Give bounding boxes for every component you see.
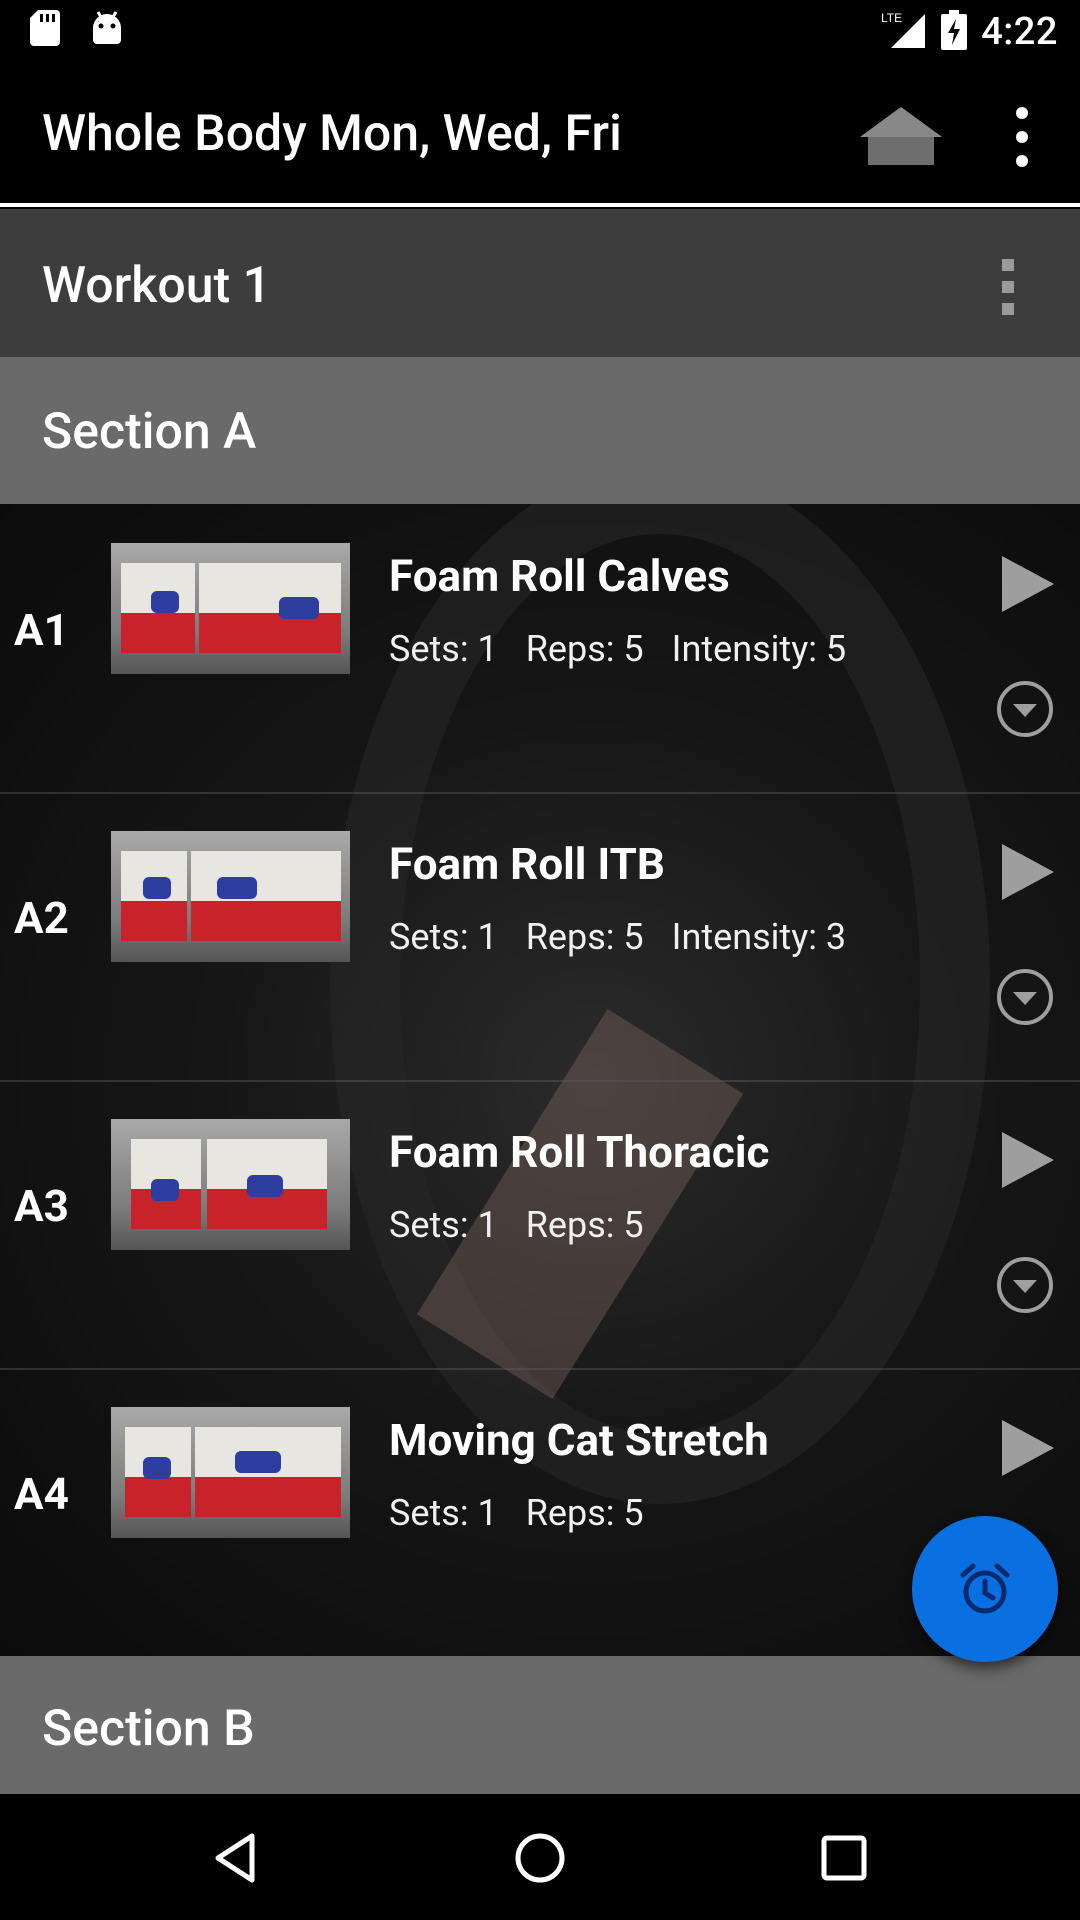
- exercise-thumbnail[interactable]: [111, 1407, 350, 1538]
- exercise-intensity: Intensity: 3: [671, 916, 847, 958]
- expand-button[interactable]: [996, 680, 1054, 738]
- app-bar-divider: [0, 203, 1080, 207]
- exercise-stats: Sets: 1 Reps: 5 Intensity: 5: [389, 628, 874, 670]
- expand-button[interactable]: [996, 968, 1054, 1026]
- status-time: 4:22: [981, 9, 1058, 54]
- overflow-menu-button[interactable]: [1000, 99, 1044, 175]
- exercise-sets: Sets: 1: [389, 1204, 498, 1246]
- back-icon: [215, 1833, 255, 1883]
- home-button[interactable]: [858, 103, 944, 169]
- home-nav-button[interactable]: [512, 1830, 568, 1886]
- play-button[interactable]: [998, 1418, 1058, 1478]
- navigation-bar: [0, 1794, 1080, 1920]
- play-button[interactable]: [998, 554, 1058, 614]
- exercise-id: A4: [14, 1468, 69, 1520]
- page-title: Whole Body Mon, Wed, Fri: [42, 105, 622, 163]
- more-vert-icon: [1002, 259, 1014, 315]
- exercise-reps: Reps: 5: [525, 628, 644, 670]
- exercise-id: A1: [14, 604, 69, 656]
- signal-icon: LTE: [881, 10, 927, 54]
- play-button[interactable]: [998, 842, 1058, 902]
- play-icon: [1002, 1420, 1054, 1476]
- chevron-down-circle-icon: [997, 1257, 1053, 1313]
- more-vert-icon: [1016, 107, 1028, 167]
- app-bar: Whole Body Mon, Wed, Fri: [0, 63, 1080, 203]
- timer-fab[interactable]: [912, 1516, 1058, 1662]
- exercise-stats: Sets: 1 Reps: 5: [389, 1492, 672, 1534]
- workout-header[interactable]: Workout 1: [0, 209, 1080, 357]
- exercise-reps: Reps: 5: [525, 1204, 644, 1246]
- workout-menu-button[interactable]: [990, 257, 1026, 317]
- chevron-down-circle-icon: [997, 969, 1053, 1025]
- network-label: LTE: [881, 11, 902, 25]
- expand-button[interactable]: [996, 1256, 1054, 1314]
- section-title: Section B: [42, 1700, 255, 1758]
- exercise-reps: Reps: 5: [525, 1492, 644, 1534]
- home-icon: [860, 107, 942, 165]
- exercise-row[interactable]: A1 Foam Roll Calves Sets: 1 Reps: 5 Intens…: [0, 504, 1080, 794]
- exercise-row[interactable]: A2 Foam Roll ITB Sets: 1 Reps: 5 Intensity…: [0, 792, 1080, 1082]
- exercise-sets: Sets: 1: [389, 916, 498, 958]
- home-circle-icon: [515, 1833, 565, 1883]
- exercise-sets: Sets: 1: [389, 628, 498, 670]
- exercise-id: A2: [14, 892, 69, 944]
- exercise-stats: Sets: 1 Reps: 5 Intensity: 3: [389, 916, 874, 958]
- sd-card-icon: [30, 10, 60, 50]
- section-header-b[interactable]: Section B: [0, 1656, 1080, 1794]
- status-bar: LTE 4:22: [0, 0, 1080, 63]
- play-icon: [1002, 844, 1054, 900]
- exercise-thumbnail[interactable]: [111, 831, 350, 962]
- exercise-sets: Sets: 1: [389, 1492, 498, 1534]
- workout-title: Workout 1: [42, 257, 272, 315]
- exercise-thumbnail[interactable]: [111, 1119, 350, 1250]
- exercise-stats: Sets: 1 Reps: 5: [389, 1204, 672, 1246]
- exercise-id: A3: [14, 1180, 69, 1232]
- back-button[interactable]: [208, 1830, 264, 1886]
- exercise-name: Foam Roll Thoracic: [389, 1126, 770, 1178]
- recents-button[interactable]: [816, 1830, 872, 1886]
- exercise-intensity: Intensity: 5: [671, 628, 847, 670]
- alarm-clock-icon: [960, 1563, 1010, 1614]
- exercise-reps: Reps: 5: [525, 916, 644, 958]
- play-button[interactable]: [998, 1130, 1058, 1190]
- section-header-a[interactable]: Section A: [0, 357, 1080, 504]
- play-icon: [1002, 556, 1054, 612]
- exercise-name: Moving Cat Stretch: [389, 1414, 769, 1466]
- exercise-thumbnail[interactable]: [111, 543, 350, 674]
- exercise-list[interactable]: A1 Foam Roll Calves Sets: 1 Reps: 5 Intens…: [0, 504, 1080, 1656]
- exercise-name: Foam Roll ITB: [389, 838, 665, 890]
- chevron-down-circle-icon: [997, 681, 1053, 737]
- exercise-row[interactable]: A3 Foam Roll Thoracic Sets: 1 Reps: 5: [0, 1080, 1080, 1370]
- play-icon: [1002, 1132, 1054, 1188]
- battery-charging-icon: [941, 9, 968, 54]
- section-title: Section A: [42, 403, 257, 461]
- recents-icon: [821, 1835, 867, 1881]
- exercise-name: Foam Roll Calves: [389, 550, 730, 602]
- android-icon: [90, 10, 124, 50]
